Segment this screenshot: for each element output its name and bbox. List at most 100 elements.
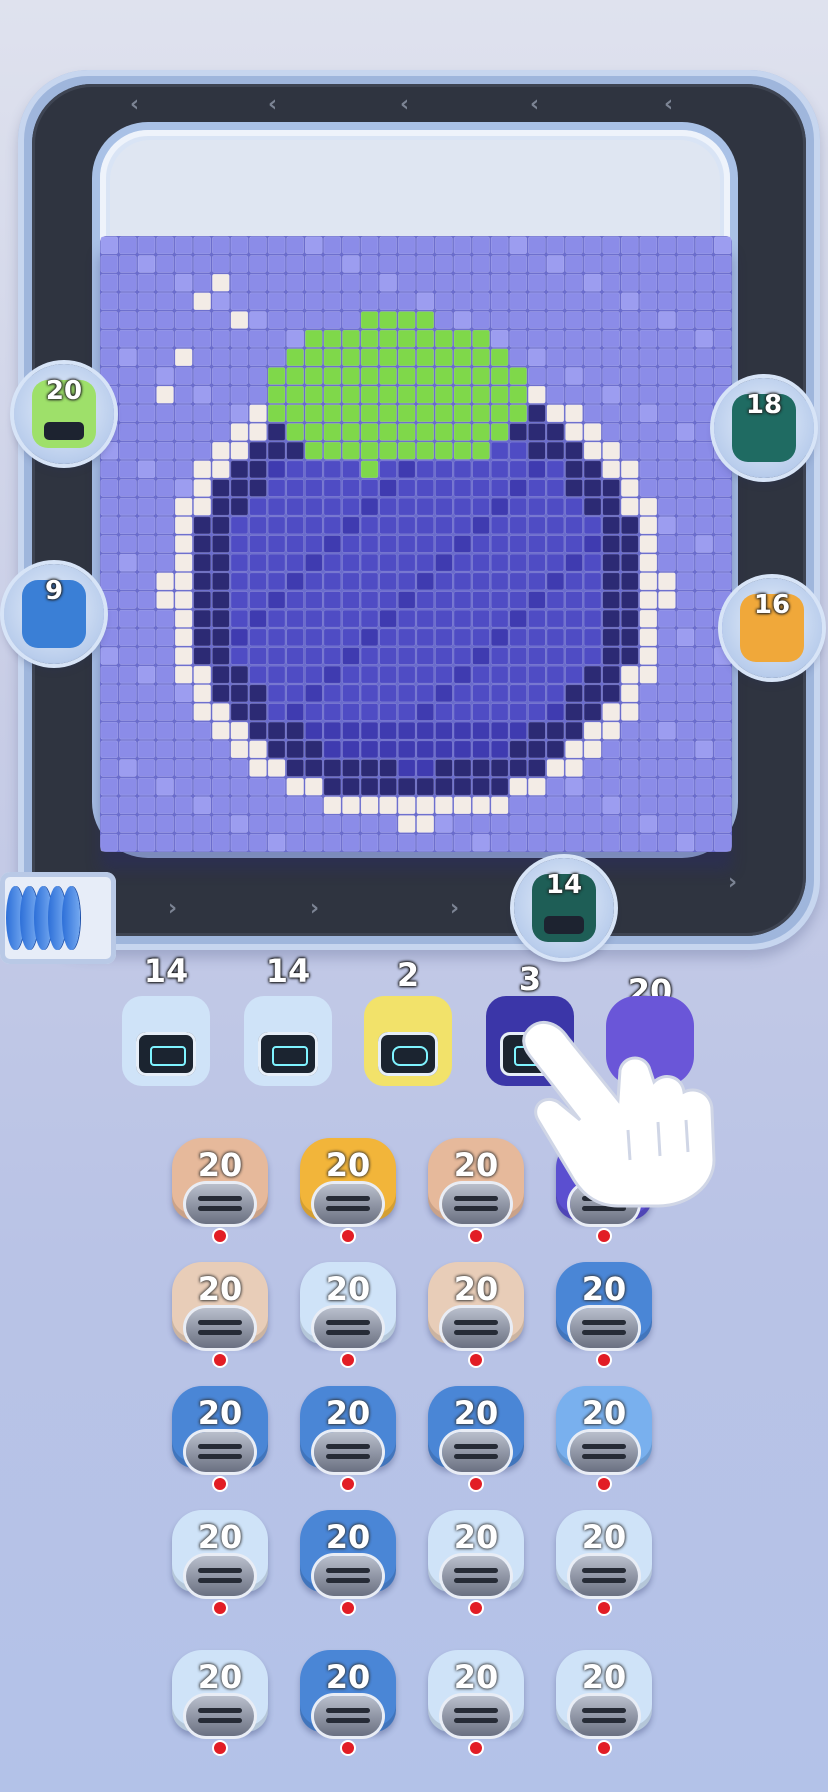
pixel-block — [379, 273, 397, 292]
pixel-block — [397, 479, 416, 497]
pixel-block — [602, 273, 620, 292]
pixel-block — [137, 255, 156, 273]
pixel-block — [695, 479, 713, 497]
pixel-block — [342, 367, 360, 385]
robot-unit[interactable]: 20 — [552, 1510, 656, 1622]
pixel-block — [119, 628, 137, 647]
pixel-block — [602, 441, 620, 460]
pixel-block — [323, 385, 342, 404]
pixel-block — [676, 535, 695, 553]
pixel-block — [453, 255, 472, 273]
pixel-block — [639, 404, 658, 423]
robot-unit[interactable]: 20 — [168, 1386, 272, 1498]
pixel-block — [453, 759, 472, 777]
pixel-block — [490, 777, 509, 796]
robot-unit[interactable]: 20 — [168, 1262, 272, 1374]
robot-unit[interactable]: 20 — [296, 1510, 400, 1622]
pixel-block — [193, 441, 212, 460]
robot-unit[interactable]: 20 — [168, 1510, 272, 1622]
pixel-block — [676, 348, 695, 367]
robot-unit[interactable]: 20 — [296, 1262, 400, 1374]
robot-unit[interactable]: 20 — [552, 1386, 656, 1498]
pixel-block — [490, 665, 509, 684]
pixel-block — [676, 497, 695, 516]
pixel-block — [639, 665, 658, 684]
robot-unit[interactable]: 20 — [424, 1650, 528, 1762]
pixel-block — [249, 535, 267, 553]
pixel-block — [602, 367, 620, 385]
pixel-block — [620, 796, 639, 815]
pixel-block — [416, 553, 435, 572]
pixel-block — [304, 348, 323, 367]
pixel-block — [490, 833, 509, 852]
pixel-block — [490, 591, 509, 609]
pixel-block — [472, 292, 490, 311]
robot-unit[interactable]: 20 — [296, 1138, 400, 1250]
pixel-block — [342, 404, 360, 423]
pixel-block — [620, 516, 639, 535]
pixel-block — [193, 815, 212, 833]
pixel-block — [490, 740, 509, 759]
pixel-block — [174, 572, 193, 591]
pixel-block — [156, 329, 174, 348]
pixel-block — [397, 385, 416, 404]
queue-slot-2[interactable] — [238, 990, 338, 1094]
robot-unit[interactable]: 20 — [424, 1386, 528, 1498]
pixel-block — [100, 647, 119, 665]
pixel-block — [565, 777, 583, 796]
pixel-block — [212, 703, 230, 721]
pixel-block — [546, 759, 565, 777]
pixel-block — [119, 292, 137, 311]
pixel-block — [713, 833, 732, 852]
pixel-block — [137, 721, 156, 740]
pixel-block — [528, 292, 546, 311]
queue-slot-1[interactable] — [116, 990, 216, 1094]
pixel-block — [304, 385, 323, 404]
robot-unit[interactable]: 20 — [424, 1510, 528, 1622]
pixel-block — [397, 759, 416, 777]
robot-unit[interactable]: 20 — [296, 1386, 400, 1498]
pixel-block — [565, 740, 583, 759]
pixel-block — [119, 479, 137, 497]
pixel-block — [620, 460, 639, 479]
pixel-block — [323, 815, 342, 833]
pixel-block — [156, 236, 174, 255]
robot-unit[interactable]: 20 — [552, 1650, 656, 1762]
pixel-block — [565, 292, 583, 311]
pixel-block — [119, 423, 137, 441]
queue-slot-3[interactable] — [358, 990, 458, 1094]
pixel-block — [602, 292, 620, 311]
robot-unit[interactable]: 20 — [168, 1138, 272, 1250]
pixel-block — [323, 572, 342, 591]
robot-count: 20 — [453, 1518, 499, 1556]
robot-visor — [314, 1184, 382, 1224]
pixel-block — [435, 833, 453, 852]
pixel-block — [639, 591, 658, 609]
pixel-block — [230, 777, 249, 796]
face-icon — [378, 1032, 438, 1076]
robot-indicator-dot — [470, 1602, 482, 1614]
pixel-block — [658, 292, 676, 311]
robot-indicator-dot — [214, 1602, 226, 1614]
pixel-block — [193, 721, 212, 740]
pixel-block — [212, 236, 230, 255]
pixel-block — [342, 423, 360, 441]
pixel-block — [342, 703, 360, 721]
pixel-block — [658, 479, 676, 497]
pixel-block — [528, 572, 546, 591]
robot-visor — [570, 1556, 638, 1596]
pixel-block — [490, 255, 509, 273]
robot-visor — [186, 1308, 254, 1348]
pixel-block — [119, 609, 137, 628]
robot-unit[interactable]: 20 — [296, 1650, 400, 1762]
conveyor-robot-car: 9 — [4, 564, 104, 664]
pixel-block — [713, 703, 732, 721]
robot-unit[interactable]: 20 — [424, 1262, 528, 1374]
pixel-block — [360, 385, 379, 404]
pixel-block — [156, 703, 174, 721]
pixel-block — [379, 441, 397, 460]
robot-unit[interactable]: 20 — [168, 1650, 272, 1762]
pixel-block — [639, 535, 658, 553]
queue-count: 14 — [143, 952, 189, 990]
robot-unit[interactable]: 20 — [552, 1262, 656, 1374]
